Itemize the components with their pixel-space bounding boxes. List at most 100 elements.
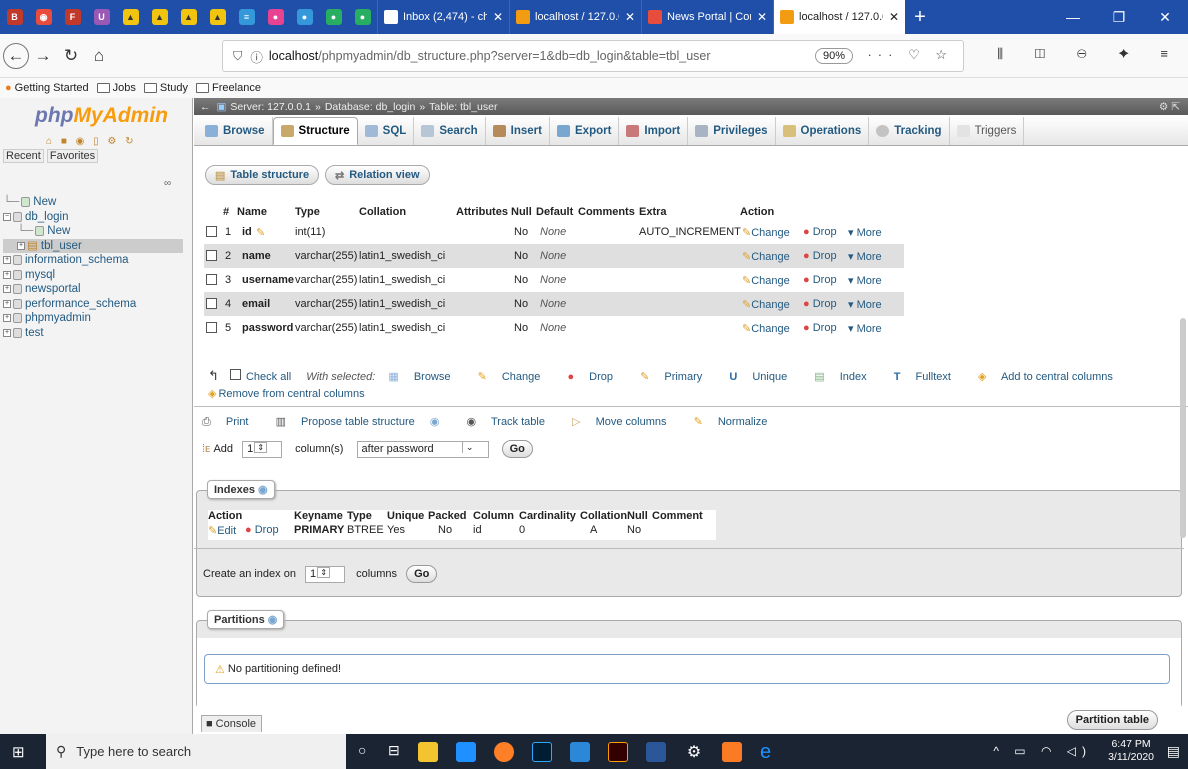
tree-test[interactable]: + test xyxy=(3,326,183,341)
ws-unique[interactable]: U Unique xyxy=(729,371,799,383)
help-icon[interactable]: ◉ xyxy=(268,614,278,626)
tab-localhost-1[interactable]: localhost / 127.0.0 ✕ xyxy=(509,0,641,34)
row-checkbox[interactable] xyxy=(206,274,217,285)
clock[interactable]: 6:47 PM 3/11/2020 xyxy=(1108,738,1154,764)
forward-button[interactable]: → xyxy=(29,42,57,70)
pinned-tab-9[interactable]: ≡ xyxy=(232,0,261,34)
collapse-panel-icon[interactable]: ← xyxy=(200,101,211,113)
drop-link[interactable]: ● Drop xyxy=(803,274,837,286)
more-dropdown[interactable]: ▾ More xyxy=(848,298,882,311)
pinned-tab-7[interactable]: ▲ xyxy=(174,0,203,34)
bookmark-jobs[interactable]: Jobs xyxy=(96,82,136,94)
create-index-count[interactable]: 1 ⇕ xyxy=(305,565,346,583)
drop-link[interactable]: ● Drop xyxy=(803,298,837,310)
tab-import[interactable]: Import xyxy=(619,117,689,145)
tree-new[interactable]: └─ New xyxy=(3,195,183,210)
ws-fulltext[interactable]: T Fulltext xyxy=(894,371,963,383)
check-all-checkbox[interactable] xyxy=(229,369,241,380)
expand-icon[interactable]: + xyxy=(3,314,11,323)
more-dropdown[interactable]: ▾ More xyxy=(848,322,882,335)
normalize-link[interactable]: ✎ Normalize xyxy=(694,416,780,428)
pinned-tab-12[interactable]: ● xyxy=(319,0,348,34)
tree-db-login[interactable]: − db_login xyxy=(3,210,183,225)
tab-privileges[interactable]: Privileges xyxy=(688,117,776,145)
help-icon[interactable]: ◉ xyxy=(258,484,268,496)
tree-information-schema[interactable]: + information_schema xyxy=(3,253,183,268)
print-link[interactable]: ⎙ Print xyxy=(202,416,261,428)
expand-icon[interactable]: + xyxy=(3,270,11,279)
pinned-tab-2[interactable]: ◉ xyxy=(29,0,58,34)
pinned-tab-8[interactable]: ▲ xyxy=(203,0,232,34)
expand-icon[interactable]: + xyxy=(3,256,11,265)
recent-tab[interactable]: Recent xyxy=(3,149,44,163)
expand-icon[interactable]: + xyxy=(3,328,11,337)
tab-insert[interactable]: Insert xyxy=(486,117,550,145)
add-columns-position-select[interactable]: after password ⌄ xyxy=(356,440,489,458)
tree-mysql[interactable]: + mysql xyxy=(3,268,183,283)
propose-structure-link[interactable]: ▥ Propose table structure ◉ xyxy=(276,416,452,428)
url-bar[interactable]: ⛉ ⓘ localhost/phpmyadmin/db_structure.ph… xyxy=(222,40,964,72)
close-window-button[interactable]: ✕ xyxy=(1142,9,1188,26)
tab-triggers[interactable]: Triggers xyxy=(950,117,1025,145)
tree-newsportal[interactable]: + newsportal xyxy=(3,282,183,297)
windows-start-icon[interactable]: ⊞ xyxy=(12,743,25,761)
track-table-link[interactable]: ◉ Track table xyxy=(467,416,557,428)
change-link[interactable]: ✎Change xyxy=(742,250,790,263)
pinned-tab-5[interactable]: ▲ xyxy=(116,0,145,34)
bookmark-study[interactable]: Study xyxy=(143,82,188,94)
subtab-relation-view[interactable]: ⇄ Relation view xyxy=(325,165,430,185)
breadcrumb-server[interactable]: Server: 127.0.0.1 xyxy=(230,101,311,113)
create-index-go-button[interactable]: Go xyxy=(406,565,438,583)
phpmyadmin-logo[interactable]: phpMyAdmin xyxy=(35,104,168,128)
index-drop-link[interactable]: ● Drop xyxy=(245,524,279,536)
add-columns-go-button[interactable]: Go xyxy=(501,440,533,458)
breadcrumb-database[interactable]: Database: db_login xyxy=(325,101,416,113)
system-tray[interactable]: ^ ▭ ◠ ◁) xyxy=(993,744,1092,758)
pinned-tab-10[interactable]: ● xyxy=(261,0,290,34)
taskbar-search[interactable]: ⚲ Type here to search xyxy=(46,734,346,769)
edge-icon[interactable]: e xyxy=(760,742,780,762)
add-columns-count[interactable]: 1 ⇕ xyxy=(242,440,283,458)
bookmark-freelance[interactable]: Freelance xyxy=(196,82,261,94)
cortana-icon[interactable]: ○ xyxy=(358,742,366,758)
page-actions-icon[interactable]: ··· ♡ ☆ xyxy=(867,47,953,63)
collapse-icon[interactable]: − xyxy=(3,212,11,221)
partition-table-button[interactable]: Partition table xyxy=(1066,710,1158,730)
change-link[interactable]: ✎Change xyxy=(742,298,790,311)
ws-add-central[interactable]: ◈ Add to central columns xyxy=(978,371,1125,383)
drop-link[interactable]: ● Drop xyxy=(803,322,837,334)
change-link[interactable]: ✎Change xyxy=(742,226,790,239)
minimize-button[interactable]: — xyxy=(1050,9,1096,25)
ws-drop[interactable]: ● Drop xyxy=(567,371,625,383)
more-dropdown[interactable]: ▾ More xyxy=(848,274,882,287)
breadcrumb-table[interactable]: Table: tbl_user xyxy=(429,101,497,113)
reload-button[interactable]: ↻ xyxy=(57,42,85,70)
expand-icon[interactable]: + xyxy=(3,285,11,294)
zoom-level[interactable]: 90% xyxy=(814,48,853,64)
more-dropdown[interactable]: ▾ More xyxy=(848,226,882,239)
settings-icon[interactable]: ⚙ ⇱ xyxy=(1159,101,1180,113)
tab-search[interactable]: Search xyxy=(414,117,486,145)
tree-db-login-new[interactable]: └─ New xyxy=(3,224,183,239)
home-button[interactable]: ⌂ xyxy=(85,42,113,70)
row-checkbox[interactable] xyxy=(206,250,217,261)
scrollbar[interactable] xyxy=(1180,318,1186,538)
settings-icon[interactable]: ⚙ xyxy=(684,742,704,762)
pinned-tab-1[interactable]: B xyxy=(0,0,29,34)
tab-browse[interactable]: Browse xyxy=(198,117,273,145)
illustrator-icon[interactable] xyxy=(608,742,628,762)
ws-primary[interactable]: ✎ Primary xyxy=(640,371,714,383)
favorites-tab[interactable]: Favorites xyxy=(46,149,99,163)
tree-tbl-user[interactable]: + ▤ tbl_user xyxy=(3,238,183,253)
subtab-table-structure[interactable]: ▤ Table structure xyxy=(205,165,320,185)
word-icon[interactable] xyxy=(646,742,666,762)
row-checkbox[interactable] xyxy=(206,226,217,237)
tab-structure[interactable]: Structure xyxy=(272,117,358,145)
drop-link[interactable]: ● Drop xyxy=(803,250,837,262)
task-view-icon[interactable]: ⊟ xyxy=(388,742,400,759)
row-checkbox[interactable] xyxy=(206,322,217,333)
index-edit-link[interactable]: ✎Edit xyxy=(208,524,236,537)
bookmark-getting-started[interactable]: ● Getting Started xyxy=(5,82,89,94)
app-icon[interactable] xyxy=(570,742,590,762)
tab-sql[interactable]: SQL xyxy=(358,117,415,145)
